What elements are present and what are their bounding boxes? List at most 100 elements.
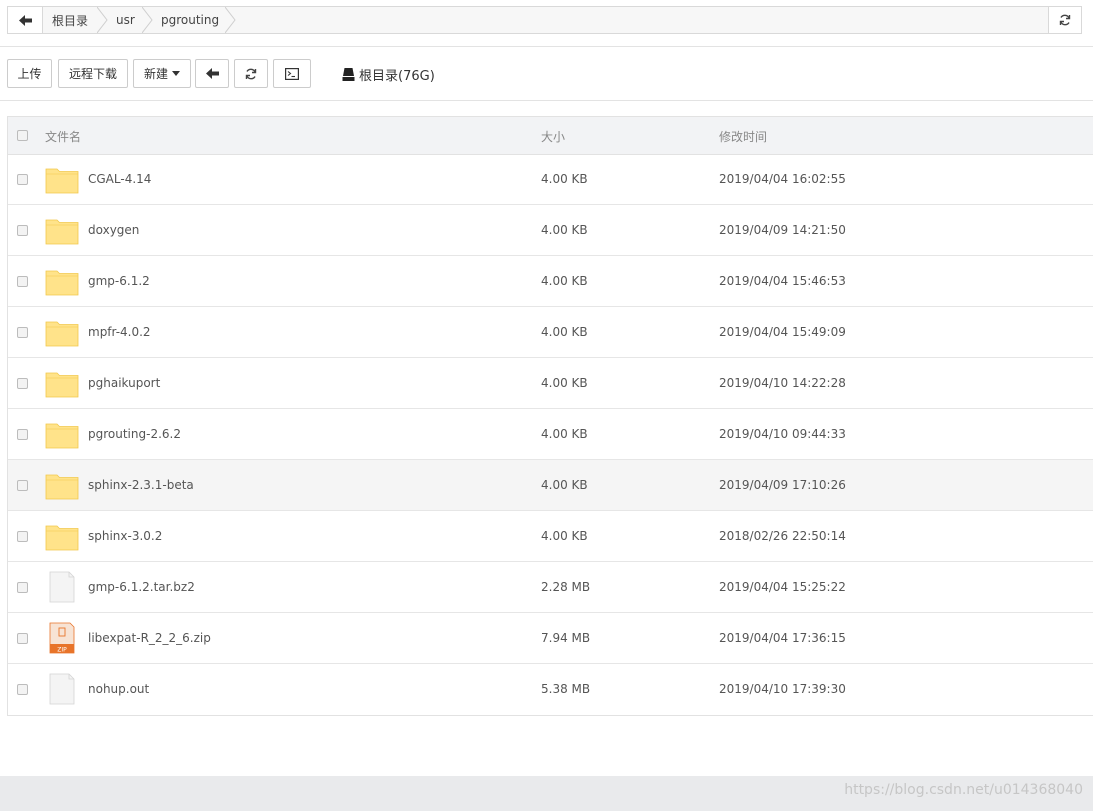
file-modified: 2019/04/04 16:02:55: [719, 172, 846, 186]
breadcrumb: 根目录 usr pgrouting: [7, 6, 1082, 34]
remote-download-button[interactable]: 远程下载: [58, 59, 128, 88]
zip-file-icon: ZIP: [49, 622, 75, 654]
breadcrumb-back-button[interactable]: [8, 7, 43, 33]
file-size: 2.28 MB: [541, 580, 591, 594]
file-icon: [49, 673, 75, 705]
file-modified: 2019/04/04 15:25:22: [719, 580, 846, 594]
new-dropdown-button[interactable]: 新建: [133, 59, 191, 88]
row-checkbox[interactable]: [17, 429, 28, 440]
file-size: 4.00 KB: [541, 376, 588, 390]
terminal-button[interactable]: [273, 59, 311, 88]
folder-icon: [45, 474, 79, 500]
row-checkbox[interactable]: [17, 378, 28, 389]
row-checkbox[interactable]: [17, 582, 28, 593]
refresh-button[interactable]: [234, 59, 268, 88]
table-row[interactable]: gmp-6.1.2 4.00 KB 2019/04/04 15:46:53: [8, 256, 1093, 307]
file-size: 4.00 KB: [541, 223, 588, 237]
back-button[interactable]: [195, 59, 229, 88]
file-modified: 2019/04/04 15:46:53: [719, 274, 846, 288]
breadcrumb-item-usr[interactable]: usr: [116, 7, 135, 33]
caret-down-icon: [172, 71, 180, 76]
refresh-icon: [245, 68, 257, 79]
hard-drive-icon: [342, 67, 355, 81]
table-row[interactable]: pghaikuport 4.00 KB 2019/04/10 14:22:28: [8, 358, 1093, 409]
file-modified: 2019/04/10 14:22:28: [719, 376, 846, 390]
footer: https://blog.csdn.net/u014368040: [0, 776, 1093, 811]
file-name[interactable]: gmp-6.1.2: [88, 256, 150, 306]
terminal-icon: [285, 67, 299, 80]
folder-icon: [45, 219, 79, 245]
column-header-size[interactable]: 大小: [541, 117, 565, 155]
column-header-modified[interactable]: 修改时间: [719, 117, 767, 155]
file-name[interactable]: libexpat-R_2_2_6.zip: [88, 613, 211, 663]
file-icon: [49, 571, 75, 603]
file-name[interactable]: nohup.out: [88, 664, 149, 714]
file-size: 4.00 KB: [541, 274, 588, 288]
refresh-icon: [1059, 14, 1071, 26]
file-size: 4.00 KB: [541, 529, 588, 543]
table-header: 文件名 大小 修改时间: [8, 117, 1093, 155]
table-row[interactable]: gmp-6.1.2.tar.bz2 2.28 MB 2019/04/04 15:25…: [8, 562, 1093, 613]
arrow-left-icon: [205, 68, 219, 79]
disk-label: 根目录(76G): [359, 68, 435, 84]
table-row[interactable]: doxygen 4.00 KB 2019/04/09 14:21:50: [8, 205, 1093, 256]
breadcrumb-refresh-button[interactable]: [1048, 7, 1081, 33]
table-row[interactable]: sphinx-2.3.1-beta 4.00 KB 2019/04/09 17:10…: [8, 460, 1093, 511]
row-checkbox[interactable]: [17, 531, 28, 542]
folder-icon: [45, 168, 79, 194]
arrow-left-icon: [18, 14, 32, 26]
file-size: 4.00 KB: [541, 325, 588, 339]
folder-icon: [45, 321, 79, 347]
file-modified: 2019/04/04 15:49:09: [719, 325, 846, 339]
folder-icon: [45, 372, 79, 398]
file-modified: 2019/04/04 17:36:15: [719, 631, 846, 645]
row-checkbox[interactable]: [17, 480, 28, 491]
upload-button[interactable]: 上传: [7, 59, 52, 88]
file-name[interactable]: pghaikuport: [88, 358, 160, 408]
folder-icon: [45, 270, 79, 296]
file-name[interactable]: sphinx-2.3.1-beta: [88, 460, 194, 510]
select-all-checkbox[interactable]: [17, 130, 28, 141]
table-row[interactable]: nohup.out 5.38 MB 2019/04/10 17:39:30: [8, 664, 1093, 715]
new-label: 新建: [143, 67, 168, 81]
file-modified: 2018/02/26 22:50:14: [719, 529, 846, 543]
file-name[interactable]: gmp-6.1.2.tar.bz2: [88, 562, 195, 612]
file-name[interactable]: CGAL-4.14: [88, 154, 151, 204]
watermark: https://blog.csdn.net/u014368040: [844, 782, 1083, 798]
table-row[interactable]: pgrouting-2.6.2 4.00 KB 2019/04/10 09:44:3…: [8, 409, 1093, 460]
breadcrumb-item-pgrouting[interactable]: pgrouting: [161, 7, 219, 33]
folder-icon: [45, 525, 79, 551]
disk-indicator[interactable]: 根目录(76G): [342, 63, 435, 85]
svg-text:ZIP: ZIP: [57, 646, 67, 653]
divider: [0, 46, 1093, 47]
table-row[interactable]: sphinx-3.0.2 4.00 KB 2018/02/26 22:50:14: [8, 511, 1093, 562]
file-table: 文件名 大小 修改时间 CGAL-4.14 4.00 KB 2019/04/04 1…: [7, 116, 1093, 716]
table-row[interactable]: CGAL-4.14 4.00 KB 2019/04/04 16:02:55: [8, 154, 1093, 205]
file-size: 4.00 KB: [541, 478, 588, 492]
file-modified: 2019/04/10 09:44:33: [719, 427, 846, 441]
column-header-name[interactable]: 文件名: [45, 117, 81, 155]
file-name[interactable]: doxygen: [88, 205, 139, 255]
row-checkbox[interactable]: [17, 174, 28, 185]
file-size: 4.00 KB: [541, 427, 588, 441]
file-size: 4.00 KB: [541, 172, 588, 186]
row-checkbox[interactable]: [17, 327, 28, 338]
breadcrumb-separator: [142, 7, 153, 33]
file-modified: 2019/04/09 14:21:50: [719, 223, 846, 237]
row-checkbox[interactable]: [17, 225, 28, 236]
file-name[interactable]: pgrouting-2.6.2: [88, 409, 181, 459]
file-name[interactable]: mpfr-4.0.2: [88, 307, 151, 357]
file-size: 7.94 MB: [541, 631, 591, 645]
file-name[interactable]: sphinx-3.0.2: [88, 511, 162, 561]
breadcrumb-item-root[interactable]: 根目录: [52, 7, 88, 33]
file-size: 5.38 MB: [541, 682, 591, 696]
row-checkbox[interactable]: [17, 633, 28, 644]
table-row[interactable]: mpfr-4.0.2 4.00 KB 2019/04/04 15:49:09: [8, 307, 1093, 358]
file-modified: 2019/04/10 17:39:30: [719, 682, 846, 696]
row-checkbox[interactable]: [17, 684, 28, 695]
file-modified: 2019/04/09 17:10:26: [719, 478, 846, 492]
table-row[interactable]: ZIP libexpat-R_2_2_6.zip 7.94 MB 2019/04/04…: [8, 613, 1093, 664]
breadcrumb-separator: [225, 7, 236, 33]
divider: [0, 100, 1093, 101]
row-checkbox[interactable]: [17, 276, 28, 287]
